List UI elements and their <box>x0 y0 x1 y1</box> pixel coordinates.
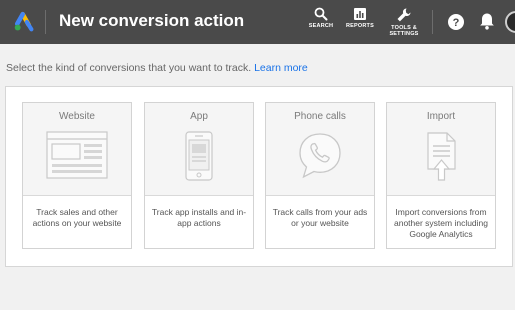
reports-button[interactable]: REPORTS <box>343 7 377 29</box>
search-button[interactable]: SEARCH <box>306 7 336 29</box>
search-icon <box>314 7 328 21</box>
card-import-header: Import <box>387 103 495 196</box>
phone-app-icon <box>185 131 213 181</box>
card-app-description: Track app installs and in-app actions <box>151 207 247 228</box>
card-website-title: Website <box>59 111 95 122</box>
card-app[interactable]: App Track app installs and in-app action… <box>144 102 254 249</box>
card-website[interactable]: Website Track sales and other actions on… <box>22 102 132 249</box>
instruction-label: Select the kind of conversions that you … <box>6 62 252 74</box>
card-app-header: App <box>145 103 253 196</box>
learn-more-link[interactable]: Learn more <box>254 62 308 74</box>
top-bar: New conversion action SEARCH REPORTS TOO… <box>0 0 515 44</box>
instruction-text: Select the kind of conversions that you … <box>6 62 308 74</box>
settings-label: SETTINGS <box>389 31 419 37</box>
card-website-description: Track sales and other actions on your we… <box>32 207 122 228</box>
header-divider <box>45 10 46 34</box>
card-website-header: Website <box>23 103 131 196</box>
card-phone-calls-description: Track calls from your ads or your websit… <box>272 207 368 228</box>
import-file-icon <box>427 132 456 181</box>
google-ads-logo-icon[interactable] <box>14 11 36 33</box>
card-import-title: Import <box>426 111 456 122</box>
tools-settings-button[interactable]: TOOLS & SETTINGS <box>386 7 422 37</box>
help-icon[interactable]: ? <box>447 13 465 31</box>
card-phone-calls-title: Phone calls <box>294 111 346 122</box>
card-phone-calls-header: Phone calls <box>266 103 374 196</box>
phone-call-icon <box>299 133 341 179</box>
website-icon <box>46 131 108 179</box>
card-phone-calls[interactable]: Phone calls Track calls from your ads or… <box>265 102 375 249</box>
wrench-icon <box>397 8 411 22</box>
bell-icon[interactable] <box>479 12 495 31</box>
card-import-description: Import conversions from another system i… <box>393 207 489 239</box>
avatar[interactable] <box>505 11 515 33</box>
reports-icon <box>354 8 366 20</box>
page-title: New conversion action <box>59 11 245 30</box>
header-divider-right <box>432 10 433 34</box>
reports-label: REPORTS <box>346 23 374 29</box>
search-label: SEARCH <box>308 23 334 29</box>
card-app-title: App <box>190 111 208 122</box>
card-import[interactable]: Import Import conversions from another s… <box>386 102 496 249</box>
svg-text:?: ? <box>453 17 460 29</box>
